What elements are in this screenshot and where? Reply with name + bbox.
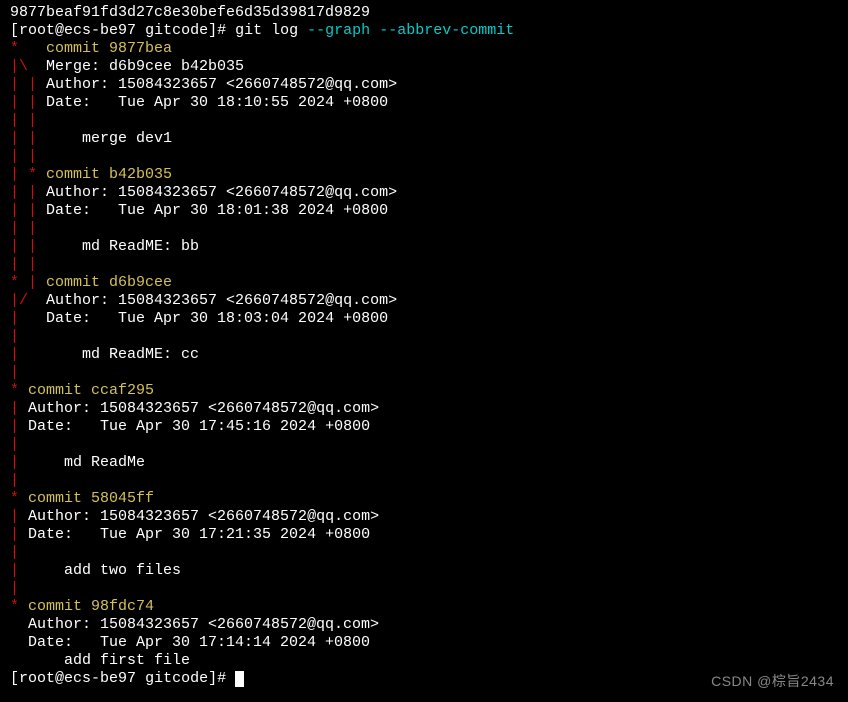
prompt-cwd: gitcode	[145, 670, 208, 687]
commit-header: | * commit b42b035	[10, 166, 838, 184]
commit-blank: |	[10, 364, 838, 382]
commit-date: | | Date: Tue Apr 30 18:10:55 2024 +0800	[10, 94, 838, 112]
commit-blank: |	[10, 544, 838, 562]
commit-msg: add first file	[10, 652, 838, 670]
git-command: git log	[235, 22, 298, 39]
prompt-user: root	[19, 22, 55, 39]
commit-header: * commit ccaf295	[10, 382, 838, 400]
commit-author: |/ Author: 15084323657 <2660748572@qq.co…	[10, 292, 838, 310]
terminal[interactable]: 9877beaf91fd3d27c8e30befe6d35d39817d9829…	[10, 4, 838, 688]
partial-hash-line: 9877beaf91fd3d27c8e30befe6d35d39817d9829	[10, 4, 838, 22]
commit-header: * | commit d6b9cee	[10, 274, 838, 292]
commit-blank: |	[10, 328, 838, 346]
commit-author: | | Author: 15084323657 <2660748572@qq.c…	[10, 76, 838, 94]
commit-msg: | | md ReadME: bb	[10, 238, 838, 256]
commit-merge-line: |\ Merge: d6b9cee b42b035	[10, 58, 838, 76]
watermark: CSDN @棕旨2434	[711, 672, 834, 690]
commit-msg: | md ReadMe	[10, 454, 838, 472]
commit-date: | Date: Tue Apr 30 17:21:35 2024 +0800	[10, 526, 838, 544]
prompt-host: ecs-be97	[64, 670, 136, 687]
commit-blank: |	[10, 436, 838, 454]
prompt-host: ecs-be97	[64, 22, 136, 39]
commit-msg: | add two files	[10, 562, 838, 580]
git-flag-abbrev: --abbrev-commit	[379, 22, 514, 39]
commit-msg: | md ReadME: cc	[10, 346, 838, 364]
commit-header: * commit 58045ff	[10, 490, 838, 508]
commit-author: | Author: 15084323657 <2660748572@qq.com…	[10, 400, 838, 418]
commit-header: * commit 98fdc74	[10, 598, 838, 616]
commit-author: Author: 15084323657 <2660748572@qq.com>	[10, 616, 838, 634]
commit-blank: | |	[10, 148, 838, 166]
commit-date: Date: Tue Apr 30 17:14:14 2024 +0800	[10, 634, 838, 652]
commit-date: | Date: Tue Apr 30 18:03:04 2024 +0800	[10, 310, 838, 328]
prompt-symbol: #	[217, 670, 226, 687]
git-flag-graph: --graph	[307, 22, 370, 39]
prompt-cwd: gitcode	[145, 22, 208, 39]
command-line: [root@ecs-be97 gitcode]# git log --graph…	[10, 22, 838, 40]
commit-date: | Date: Tue Apr 30 17:45:16 2024 +0800	[10, 418, 838, 436]
prompt-user: root	[19, 670, 55, 687]
commit-author: | Author: 15084323657 <2660748572@qq.com…	[10, 508, 838, 526]
commit-blank: | |	[10, 256, 838, 274]
commit-blank: | |	[10, 220, 838, 238]
commit-date: | | Date: Tue Apr 30 18:01:38 2024 +0800	[10, 202, 838, 220]
commit-blank: |	[10, 472, 838, 490]
commit-header: * commit 9877bea	[10, 40, 838, 58]
cursor-icon	[235, 671, 244, 687]
commit-author: | | Author: 15084323657 <2660748572@qq.c…	[10, 184, 838, 202]
commit-blank: |	[10, 580, 838, 598]
prompt-symbol: #	[217, 22, 226, 39]
commit-msg: | | merge dev1	[10, 130, 838, 148]
commit-blank: | |	[10, 112, 838, 130]
